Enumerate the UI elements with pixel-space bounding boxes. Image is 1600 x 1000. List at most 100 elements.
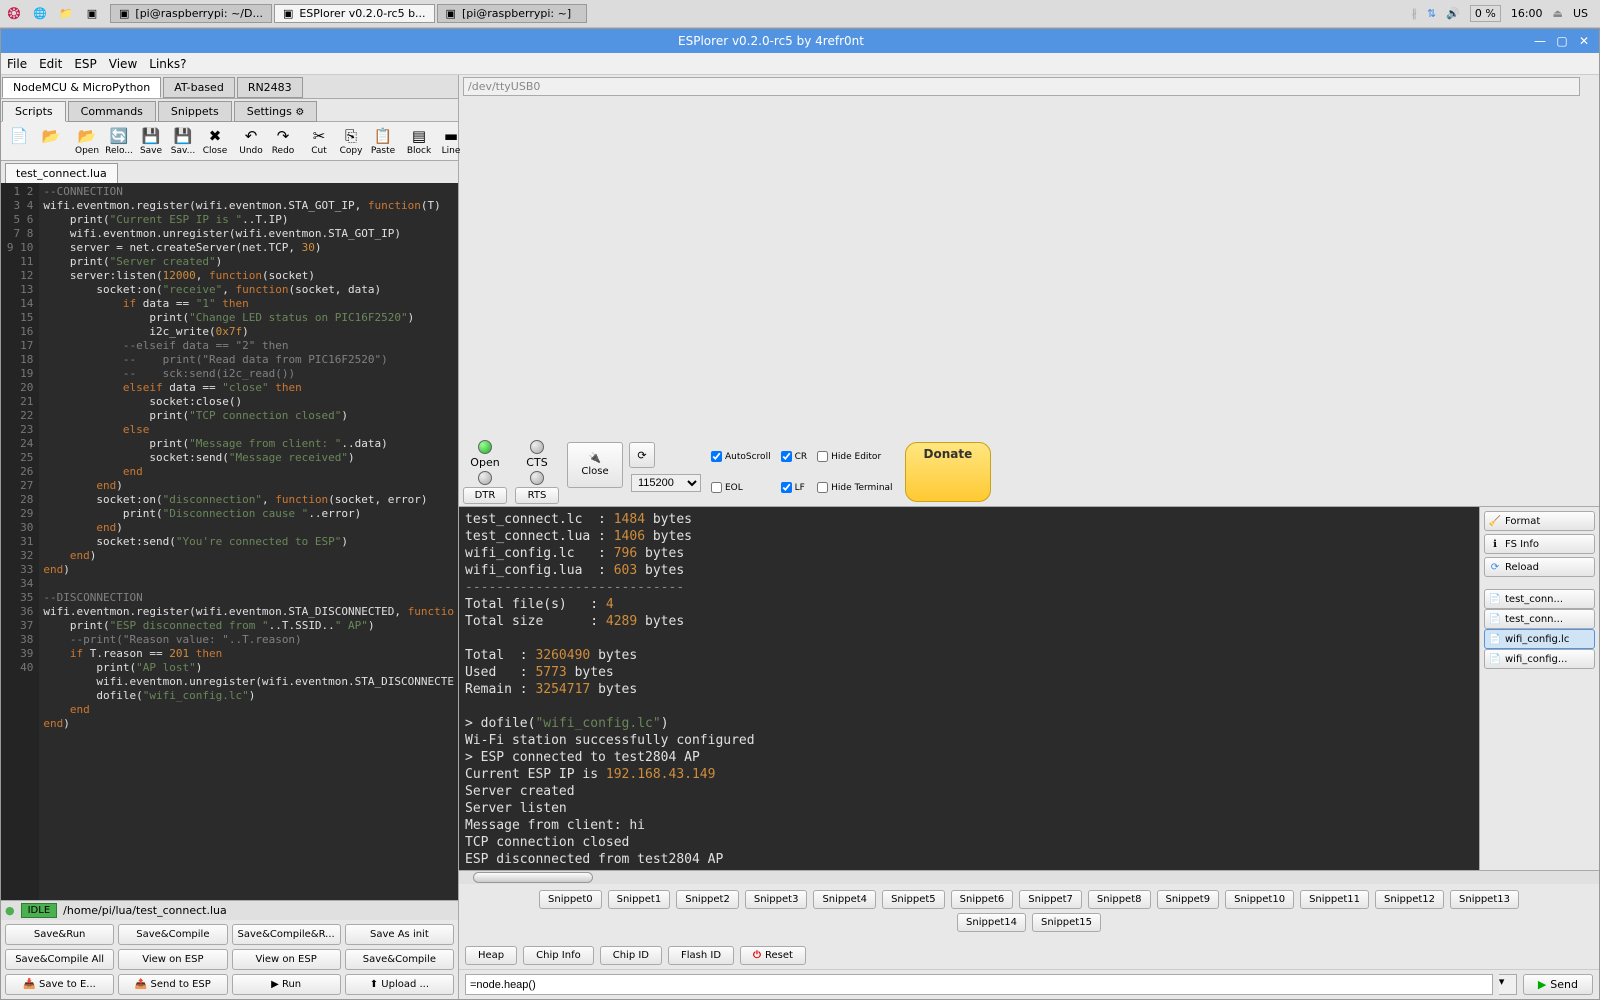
bottom-action-button[interactable]: ⬆ Upload ... — [345, 974, 454, 995]
action-button[interactable]: Save&Run — [5, 924, 114, 945]
top-tab[interactable]: RN2483 — [237, 77, 303, 98]
action-button[interactable]: Save&Compile All — [5, 949, 114, 970]
tool-cut[interactable]: ✂Cut — [303, 124, 335, 158]
top-tab[interactable]: AT-based — [163, 77, 235, 98]
reload-button[interactable]: ⟳Reload — [1484, 557, 1595, 577]
eol-checkbox[interactable]: EOL — [711, 473, 771, 502]
terminal-hscroll[interactable] — [459, 870, 1599, 884]
cr-checkbox[interactable]: CR — [781, 442, 808, 471]
snippet-button[interactable]: Snippet14 — [957, 913, 1026, 932]
tool-close[interactable]: ✖Close — [199, 124, 231, 158]
autoscroll-checkbox[interactable]: AutoScroll — [711, 442, 771, 471]
hide-editor-checkbox[interactable]: Hide Editor — [817, 442, 892, 471]
bottom-action-button[interactable]: 📤 Send to ESP — [118, 974, 227, 995]
refresh-button[interactable]: ⟳ — [629, 442, 655, 468]
code-editor[interactable]: 1 2 3 4 5 6 7 8 9 10 11 12 13 14 15 16 1… — [1, 183, 458, 900]
tool-undo[interactable]: ↶Undo — [235, 124, 267, 158]
sub-tab-snippets[interactable]: Snippets — [158, 101, 232, 122]
snippet-button[interactable]: Snippet5 — [882, 890, 945, 909]
taskbar-item[interactable]: ▣[pi@raspberrypi: ~] — [437, 4, 587, 23]
volume-icon[interactable]: 🔊 — [1446, 7, 1460, 20]
action-button[interactable]: Save&Compile — [118, 924, 227, 945]
file-button[interactable]: 📄wifi_config... — [1484, 649, 1595, 669]
info-button[interactable]: Flash ID — [668, 946, 734, 965]
close-port-button[interactable]: 🔌 Close — [567, 442, 623, 488]
format-button[interactable]: 🧹Format — [1484, 511, 1595, 531]
snippet-button[interactable]: Snippet0 — [539, 890, 602, 909]
snippet-button[interactable]: Snippet1 — [608, 890, 671, 909]
tool-button[interactable]: 📄 — [3, 124, 35, 158]
files-icon[interactable]: 📁 — [56, 4, 76, 24]
snippet-button[interactable]: Snippet12 — [1375, 890, 1444, 909]
snippet-button[interactable]: Snippet15 — [1032, 913, 1101, 932]
menu-links[interactable]: Links? — [149, 57, 186, 71]
menu-view[interactable]: View — [109, 57, 137, 71]
action-button[interactable]: Save As init — [345, 924, 454, 945]
action-button[interactable]: View on ESP — [118, 949, 227, 970]
minimize-icon[interactable]: — — [1533, 34, 1547, 48]
tool-block[interactable]: ▤Block — [403, 124, 435, 158]
info-button[interactable]: Heap — [465, 946, 517, 965]
port-select[interactable]: /dev/ttyUSB0 — [463, 77, 1580, 96]
dtr-button[interactable]: DTR — [463, 487, 507, 504]
snippet-button[interactable]: Snippet6 — [951, 890, 1014, 909]
close-icon[interactable]: ✕ — [1577, 34, 1591, 48]
fsinfo-button[interactable]: ℹFS Info — [1484, 534, 1595, 554]
taskbar-item[interactable]: ▣ESPlorer v0.2.0-rc5 b... — [274, 4, 435, 23]
taskbar-item[interactable]: ▣[pi@raspberrypi: ~/D... — [110, 4, 272, 23]
snippet-button[interactable]: Snippet11 — [1300, 890, 1369, 909]
snippet-button[interactable]: Snippet7 — [1019, 890, 1082, 909]
tool-sav[interactable]: 💾Sav... — [167, 124, 199, 158]
tool-paste[interactable]: 📋Paste — [367, 124, 399, 158]
file-button[interactable]: 📄test_conn... — [1484, 589, 1595, 609]
action-button[interactable]: Save&Compile — [345, 949, 454, 970]
menu-edit[interactable]: Edit — [39, 57, 62, 71]
snippet-button[interactable]: Snippet8 — [1088, 890, 1151, 909]
info-button[interactable]: Chip ID — [600, 946, 662, 965]
sub-tab-scripts[interactable]: Scripts — [2, 101, 66, 122]
raspberry-icon[interactable]: ❂ — [4, 4, 24, 24]
tool-save[interactable]: 💾Save — [135, 124, 167, 158]
network-icon[interactable]: ⇅ — [1427, 7, 1436, 20]
action-button[interactable]: View on ESP — [232, 949, 341, 970]
tool-relo[interactable]: 🔄Relo... — [103, 124, 135, 158]
tool-button[interactable]: 📂 — [35, 124, 67, 158]
bluetooth-icon[interactable]: ∦ — [1411, 7, 1417, 20]
top-tab[interactable]: NodeMCU & MicroPython — [2, 77, 161, 98]
terminal[interactable]: test_connect.lc : 1484 bytes test_connec… — [459, 507, 1479, 870]
tool-redo[interactable]: ↷Redo — [267, 124, 299, 158]
tool-copy[interactable]: ⎘Copy — [335, 124, 367, 158]
action-button[interactable]: Save&Compile&R... — [232, 924, 341, 945]
snippet-button[interactable]: Snippet10 — [1225, 890, 1294, 909]
lang-indicator[interactable]: US — [1573, 7, 1588, 20]
snippet-button[interactable]: Snippet3 — [745, 890, 808, 909]
snippet-button[interactable]: Snippet13 — [1450, 890, 1519, 909]
file-button[interactable]: 📄wifi_config.lc — [1484, 629, 1595, 649]
tool-open[interactable]: 📂Open — [71, 124, 103, 158]
file-tab[interactable]: test_connect.lua — [5, 163, 118, 183]
bottom-action-button[interactable]: ▶ Run — [232, 974, 341, 995]
lf-checkbox[interactable]: LF — [781, 473, 808, 502]
command-input[interactable] — [465, 974, 1493, 995]
baud-select[interactable]: 115200 — [631, 474, 701, 492]
titlebar[interactable]: ESPlorer v0.2.0-rc5 by 4refr0nt — ▢ ✕ — [1, 29, 1599, 53]
info-button[interactable]: Chip Info — [523, 946, 594, 965]
maximize-icon[interactable]: ▢ — [1555, 34, 1569, 48]
eject-icon[interactable]: ⏏ — [1553, 7, 1563, 20]
snippet-button[interactable]: Snippet9 — [1157, 890, 1220, 909]
sub-tab-commands[interactable]: Commands — [68, 101, 156, 122]
rts-button[interactable]: RTS — [515, 487, 559, 504]
sub-tab-settings[interactable]: Settings ⚙ — [234, 101, 318, 122]
hide-terminal-checkbox[interactable]: Hide Terminal — [817, 473, 892, 502]
send-button[interactable]: ▶Send — [1523, 974, 1593, 995]
web-icon[interactable]: 🌐 — [30, 4, 50, 24]
command-history-dropdown[interactable]: ▾ — [1499, 974, 1517, 995]
menu-esp[interactable]: ESP — [74, 57, 96, 71]
snippet-button[interactable]: Snippet4 — [813, 890, 876, 909]
reset-button[interactable]: ⏻ Reset — [740, 946, 806, 965]
menu-file[interactable]: File — [7, 57, 27, 71]
donate-button[interactable]: Donate — [905, 442, 992, 502]
snippet-button[interactable]: Snippet2 — [676, 890, 739, 909]
terminal-icon[interactable]: ▣ — [82, 4, 102, 24]
file-button[interactable]: 📄test_conn... — [1484, 609, 1595, 629]
